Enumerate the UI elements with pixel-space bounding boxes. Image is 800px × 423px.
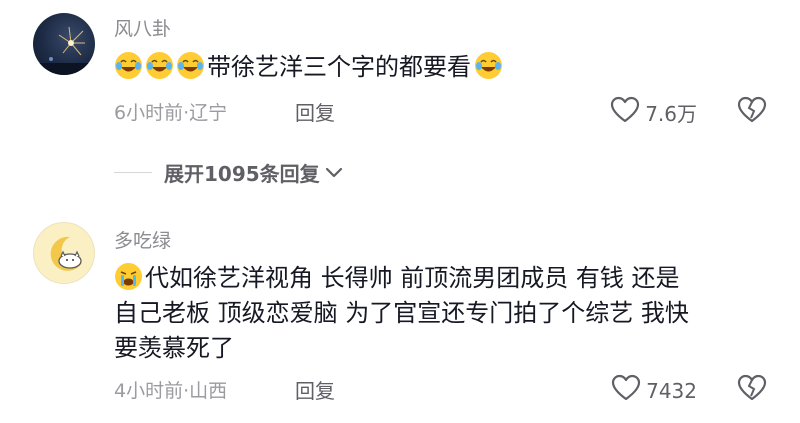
time-location: 4小时前·山西	[114, 380, 228, 402]
reply-button[interactable]: 回复	[295, 375, 335, 404]
reply-button[interactable]: 回复	[295, 97, 335, 126]
heart-outline-icon	[611, 374, 641, 407]
dislike-button[interactable]	[736, 374, 768, 406]
like-button[interactable]: 7.6万	[610, 96, 697, 129]
dislike-button[interactable]	[736, 96, 768, 128]
expand-replies-label: 展开1095条回复	[164, 162, 320, 186]
like-count: 7432	[646, 378, 697, 403]
laugh-cry-emoji-icon	[114, 51, 143, 80]
like-button[interactable]: 7432	[611, 374, 697, 407]
avatar[interactable]	[33, 222, 95, 284]
broken-heart-icon	[736, 374, 768, 406]
comment-text: 代如徐艺洋视角 长得帅 前顶流男团成员 有钱 还是 自己老板 顶级恋爱脑 为了官…	[114, 261, 764, 366]
laugh-cry-emoji-icon	[176, 51, 205, 80]
time-location: 6小时前·辽宁	[114, 102, 228, 124]
laugh-cry-emoji-icon	[145, 51, 174, 80]
loudly-crying-emoji-icon	[114, 262, 143, 291]
username[interactable]: 多吃绿	[114, 226, 171, 253]
avatar[interactable]	[33, 13, 95, 75]
like-count: 7.6万	[645, 102, 697, 126]
username[interactable]: 风八卦	[114, 14, 171, 41]
broken-heart-icon	[736, 96, 768, 128]
expand-replies-button[interactable]: 展开1095条回复	[114, 158, 344, 187]
chevron-down-icon	[324, 166, 344, 180]
divider-line	[114, 172, 152, 173]
comment-text: 带徐艺洋三个字的都要看	[114, 50, 764, 85]
heart-outline-icon	[610, 96, 640, 129]
comment-body: 代如徐艺洋视角 长得帅 前顶流男团成员 有钱 还是 自己老板 顶级恋爱脑 为了官…	[114, 264, 689, 362]
laugh-cry-emoji-icon	[474, 51, 503, 80]
comment-body: 带徐艺洋三个字的都要看	[207, 53, 471, 81]
